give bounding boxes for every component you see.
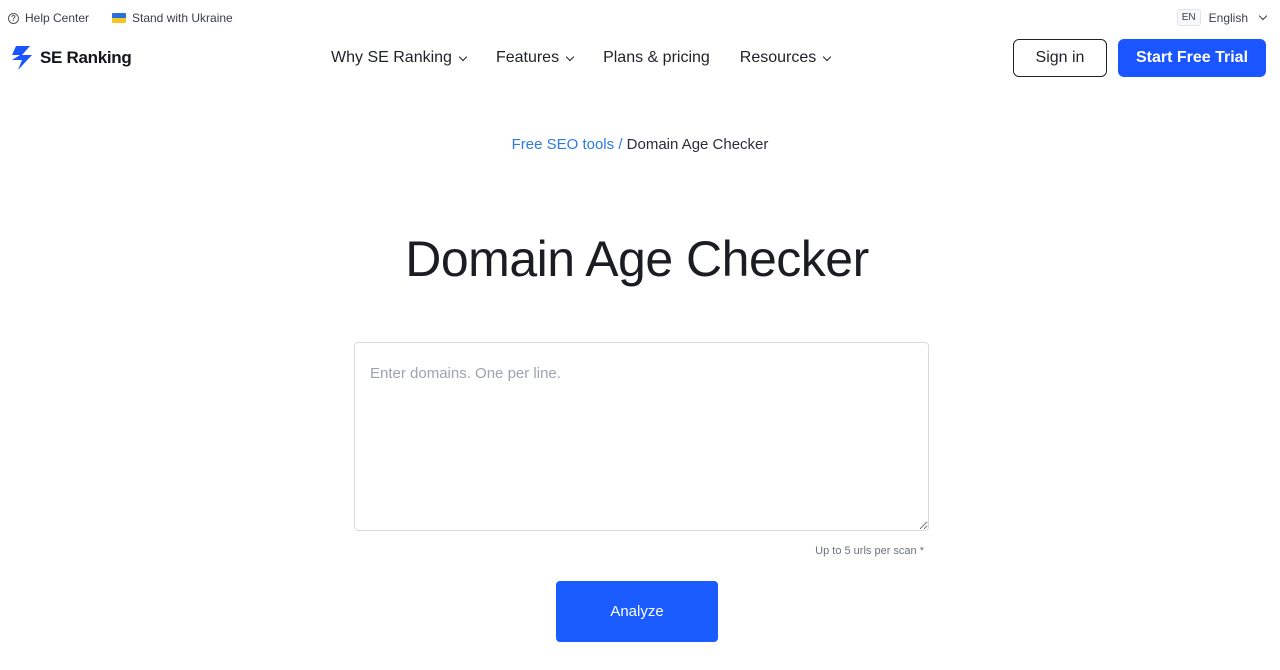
breadcrumb: Free SEO tools / Domain Age Checker	[0, 136, 1280, 153]
chevron-down-icon	[823, 52, 832, 61]
breadcrumb-link-free-seo-tools[interactable]: Free SEO tools	[512, 136, 615, 153]
domains-input[interactable]	[354, 342, 929, 531]
help-icon: ?	[8, 12, 19, 24]
help-center-label: Help Center	[25, 11, 90, 25]
se-ranking-logo-icon	[12, 46, 32, 70]
start-free-trial-button[interactable]: Start Free Trial	[1118, 39, 1266, 77]
nav-item-features[interactable]: Features	[495, 49, 575, 67]
language-code: EN	[1176, 9, 1201, 26]
analyze-button[interactable]: Analyze	[556, 581, 718, 642]
nav-menu: Why SE Ranking Features Plans & pricing …	[331, 49, 832, 67]
nav-item-plans-pricing[interactable]: Plans & pricing	[603, 49, 710, 67]
top-utility-bar: ? Help Center Stand with Ukraine EN Engl…	[0, 0, 1280, 36]
nav-item-why-se-ranking[interactable]: Why SE Ranking	[331, 49, 468, 67]
main-navigation: SE Ranking Why SE Ranking Features Plans…	[0, 38, 1280, 80]
language-selector[interactable]: EN English	[1176, 9, 1268, 26]
language-name: English	[1208, 10, 1248, 25]
stand-with-ukraine-link[interactable]: Stand with Ukraine	[112, 11, 233, 25]
url-limit-hint: Up to 5 urls per scan *	[815, 545, 924, 557]
sign-in-button[interactable]: Sign in	[1013, 39, 1107, 77]
se-ranking-logo[interactable]: SE Ranking	[8, 44, 132, 72]
nav-item-label: Features	[495, 49, 560, 66]
ukraine-flag-icon	[112, 13, 126, 23]
help-center-link[interactable]: ? Help Center	[8, 11, 89, 25]
nav-item-resources[interactable]: Resources	[739, 49, 832, 67]
nav-item-label: Resources	[739, 49, 817, 66]
chevron-down-icon	[458, 52, 468, 61]
nav-item-label: Why SE Ranking	[331, 49, 452, 66]
breadcrumb-separator: /	[618, 136, 623, 153]
chevron-down-icon	[565, 52, 575, 61]
page-title: Domain Age Checker	[405, 231, 869, 287]
stand-with-ukraine-label: Stand with Ukraine	[132, 11, 233, 25]
logo-text: SE Ranking	[40, 48, 132, 67]
breadcrumb-current: Domain Age Checker	[626, 136, 769, 153]
nav-item-label: Plans & pricing	[603, 49, 710, 66]
chevron-down-icon	[1258, 11, 1268, 21]
